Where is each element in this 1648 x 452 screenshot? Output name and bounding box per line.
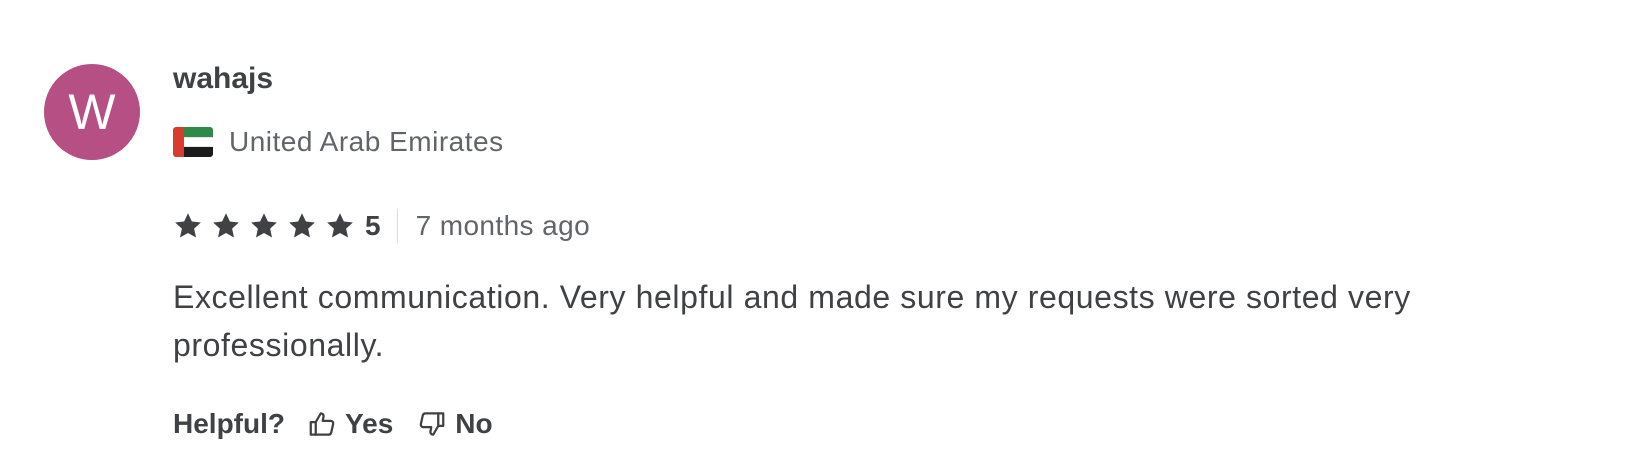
- star-icon: [175, 213, 201, 238]
- username[interactable]: wahajs: [173, 62, 273, 96]
- star-icon: [327, 213, 353, 238]
- country-name: United Arab Emirates: [229, 126, 504, 157]
- helpful-yes-label: Yes: [345, 408, 394, 439]
- review-time: 7 months ago: [415, 210, 591, 241]
- thumbs-up-icon: [309, 412, 335, 436]
- review-card: W wahajs United Arab Emirates 5 7 months…: [0, 0, 1648, 452]
- helpful-yes-button[interactable]: Yes: [307, 408, 393, 440]
- rating-score: 5: [365, 210, 381, 241]
- rating-row: 5 7 months ago: [173, 206, 590, 246]
- country-row: United Arab Emirates: [173, 126, 504, 158]
- star-icon: [289, 213, 315, 238]
- uae-flag-icon: [173, 127, 213, 157]
- divider: [396, 209, 398, 243]
- helpful-row: Helpful? Yes No: [173, 404, 517, 444]
- star-icon: [213, 213, 239, 238]
- star-rating: [173, 211, 363, 241]
- helpful-no-label: No: [455, 408, 493, 439]
- star-icon: [251, 213, 277, 238]
- helpful-label: Helpful?: [173, 408, 285, 439]
- helpful-no-button[interactable]: No: [417, 408, 493, 440]
- thumbs-down-icon: [419, 412, 445, 436]
- review-text: Excellent communication. Very helpful an…: [173, 279, 1411, 363]
- avatar[interactable]: W: [44, 64, 140, 160]
